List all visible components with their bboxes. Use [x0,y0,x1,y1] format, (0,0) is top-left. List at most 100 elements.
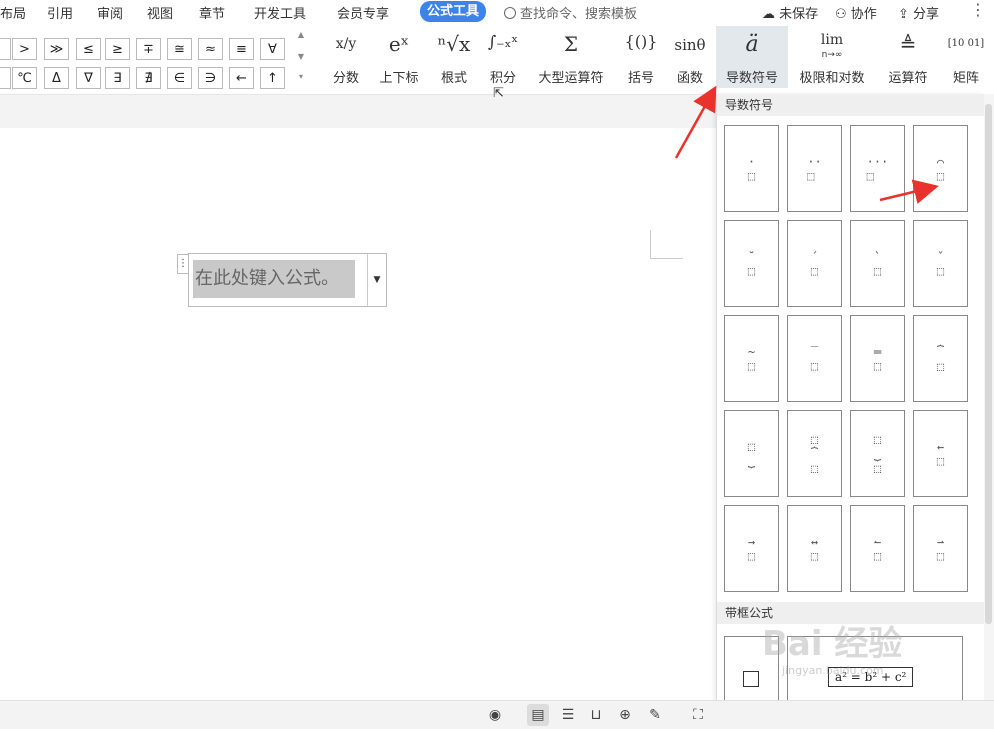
menu-layout[interactable]: 布局 [0,3,26,22]
symbol-button[interactable]: ∀ [260,38,285,60]
accent-option[interactable]: ⬚ ⏟ [724,410,779,497]
symbol-button[interactable]: ≡ [229,38,254,60]
bar-accent-icon: ‾ ⬚ [810,344,819,373]
accent-option[interactable]: ═ ⬚ [850,315,905,402]
accent-option[interactable]: ´ ⬚ [787,220,842,307]
accent-option[interactable]: ↔ ⬚ [787,505,842,592]
menu-developer[interactable]: 开发工具 [254,3,306,22]
accent-option[interactable]: ⇀ ⬚ [913,505,968,592]
tool-operator[interactable]: ≜ 运算符 [880,26,936,88]
tool-accent[interactable]: ä 导数符号 [716,26,788,88]
accent-option[interactable]: · ⬚ [724,125,779,212]
tool-radical[interactable]: ⁿ√x 根式 [434,26,474,88]
equation-input[interactable]: 在此处键入公式。 [193,260,355,298]
symbol-expand-icon[interactable]: ▾ [296,72,306,81]
symbol-button[interactable]: ∈ [167,67,192,89]
share-icon: ⇪ [898,7,909,22]
baidu-watermark: Bai 经验 [762,624,903,664]
page-margin-marker [650,230,683,259]
unsaved-status[interactable]: ☁ 未保存 [762,3,818,22]
search-icon [504,7,516,19]
tool-label: 积分 [489,71,516,86]
tool-large-operator[interactable]: Σ 大型运算符 [530,26,612,88]
accent-option[interactable]: ⌒ ⬚ [913,125,968,212]
share-label: 分享 [913,7,940,22]
symbol-button[interactable]: ≤ [76,38,101,60]
accent-option[interactable]: ` ⬚ [850,220,905,307]
symbol-button[interactable]: ∇ [76,67,101,89]
symbol-button[interactable]: ∄ [136,67,161,89]
page-view-icon[interactable]: ▤ [527,704,549,726]
command-search[interactable]: 查找命令、搜索模板 [504,3,637,22]
eye-icon[interactable]: ◉ [484,704,506,726]
tool-integral[interactable]: ∫₋ₓˣ 积分 [482,26,524,88]
symbol-button[interactable]: ∃ [105,67,130,89]
person-add-icon: ⚇ [835,7,847,22]
outline-view-icon[interactable]: ☰ [557,704,579,726]
symbol-button[interactable]: ∓ [136,38,161,60]
dot-accent-icon: · ⬚ [747,154,756,183]
symbol-button[interactable]: ≈ [198,38,223,60]
symbol-button[interactable]: ℃ [12,67,37,89]
web-view-icon[interactable]: ⊕ [614,704,636,726]
symbol-button[interactable]: ← [229,67,254,89]
menu-member[interactable]: 会员专享 [337,3,389,22]
breve-accent-icon: ˇ ⬚ [936,249,945,278]
accent-option[interactable]: ⬚ ⏟ ⬚ [850,410,905,497]
accent-option[interactable]: → ⬚ [724,505,779,592]
menu-formula-tools[interactable]: 公式工具 [420,1,486,22]
fullscreen-icon[interactable]: ⛶ [687,704,709,726]
symbol-partial[interactable] [0,38,11,60]
accent-option[interactable]: ˇ ⬚ [913,220,968,307]
symbol-button[interactable]: ↑ [260,67,285,89]
pen-icon[interactable]: ✎ [644,704,666,726]
symbol-scroll-up-icon[interactable]: ▲ [296,30,306,39]
symbol-button[interactable]: ≅ [167,38,192,60]
tool-function[interactable]: sinθ 函数 [668,26,712,88]
tool-fraction[interactable]: x/y 分数 [324,26,368,88]
tool-script[interactable]: eˣ 上下标 [372,26,426,88]
collab-label: 协作 [850,7,877,22]
collab-button[interactable]: ⚇ 协作 [835,3,877,22]
symbol-partial[interactable] [0,67,11,89]
menu-references[interactable]: 引用 [47,3,73,22]
document-canvas[interactable] [0,128,716,700]
menu-view[interactable]: 视图 [147,3,173,22]
panel-scrollbar[interactable] [984,94,994,728]
menu-section[interactable]: 章节 [199,3,225,22]
tool-limit-log[interactable]: lim n→∞ 极限和对数 [794,26,870,88]
menu-bar: 布局 引用 审阅 视图 章节 开发工具 会员专享 公式工具 查找命令、搜索模板 … [0,0,994,26]
accent-option[interactable]: ‾ ⬚ [787,315,842,402]
more-icon[interactable]: ⋮ [970,0,986,19]
menu-review[interactable]: 审阅 [97,3,123,22]
tool-matrix[interactable]: [10 01] 矩阵 [942,26,990,88]
panel-scrollbar-thumb[interactable] [985,104,992,624]
stack-over-icon: ⬚ ⏞ ⬚ [810,432,819,475]
tool-bracket[interactable]: {()} 括号 [620,26,662,88]
symbol-button[interactable]: ≥ [105,38,130,60]
status-bar: ◉ ▤ ☰ ⊔ ⊕ ✎ ⛶ [0,700,994,729]
accent-option[interactable]: ← ⬚ [913,410,968,497]
accent-option[interactable]: ⬚ ⏞ ⬚ [787,410,842,497]
symbol-scroll-down-icon[interactable]: ▼ [296,52,306,61]
ruler-strip [0,94,716,129]
accent-option[interactable]: ⏞ ⬚ [913,315,968,402]
integral-icon: ∫₋ₓˣ [487,32,519,51]
accent-option[interactable]: ·· ⬚ [787,125,842,212]
accent-option[interactable]: ↼ ⬚ [850,505,905,592]
equation-options-dropdown-icon[interactable]: ▼ [367,254,386,306]
symbol-button[interactable]: > [12,38,37,60]
symbol-button[interactable]: Δ [44,67,69,89]
triple-dot-accent-icon: ··· ⬚ [866,154,889,183]
share-button[interactable]: ⇪ 分享 [898,3,939,22]
accent-option[interactable]: ··· ⬚ [850,125,905,212]
acute-accent-icon: ´ ⬚ [810,249,819,278]
accent-option[interactable]: ~ ⬚ [724,315,779,402]
reading-view-icon[interactable]: ⊔ [585,704,607,726]
mouse-cursor-icon: ⇱ [493,86,504,101]
symbol-button[interactable]: ∋ [198,67,223,89]
function-icon: sinθ [674,36,706,54]
equation-box[interactable]: 在此处键入公式。 ▼ [188,253,387,307]
accent-option[interactable]: ˘ ⬚ [724,220,779,307]
symbol-button[interactable]: ≫ [44,38,69,60]
